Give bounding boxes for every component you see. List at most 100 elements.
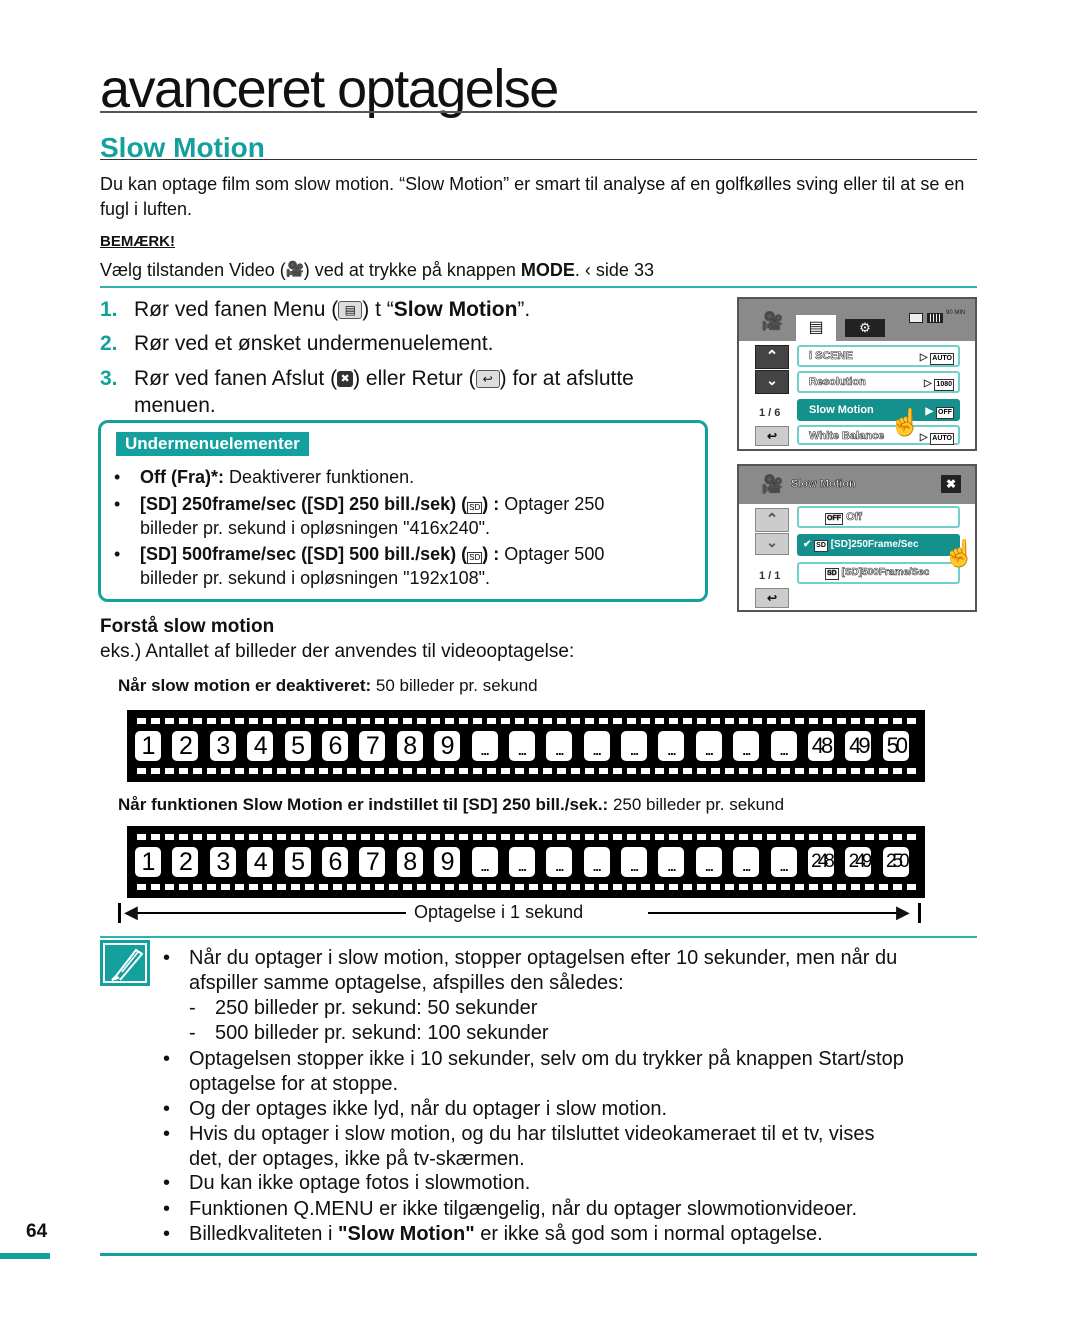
tip-text: Hvis du optager i slow motion, og du har…	[189, 1123, 875, 1145]
scroll-down-button[interactable]: ⌄	[755, 533, 789, 555]
video-camera-icon: 🎥	[285, 261, 305, 279]
perforation	[669, 718, 678, 724]
perforation	[669, 884, 678, 890]
perforation	[459, 884, 468, 890]
perforation	[851, 834, 860, 840]
item-description-continued: billeder pr. sekund i opløsningen "192x1…	[140, 568, 491, 588]
submenu-item-off: • Off (Fra)*: Deaktiverer funktionen.	[114, 465, 694, 489]
video-camera-icon[interactable]: 🎥	[761, 311, 783, 332]
return-button[interactable]: ↩	[755, 426, 789, 446]
perforation	[781, 834, 790, 840]
perforation	[823, 718, 832, 724]
remaining-time: 90 MIN	[946, 310, 966, 316]
perforation	[235, 768, 244, 774]
perforation	[375, 884, 384, 890]
perforation	[655, 718, 664, 724]
perforation	[179, 834, 188, 840]
understand-heading: Forstå slow motion	[100, 616, 275, 637]
tip-text: 500 billeder pr. sekund: 100 sekunder	[215, 1022, 549, 1044]
perforation	[291, 834, 300, 840]
perforation	[613, 884, 622, 890]
menu-tab-icon[interactable]: ▤	[796, 315, 836, 341]
perforation	[347, 718, 356, 724]
return-button[interactable]: ↩	[755, 588, 789, 608]
perforation	[781, 718, 790, 724]
option-250-fps[interactable]: ✔ SD [SD]250Frame/Sec	[797, 534, 960, 556]
perforation	[557, 834, 566, 840]
perforation	[445, 884, 454, 890]
perforation	[319, 768, 328, 774]
perforation	[515, 718, 524, 724]
perforation	[571, 718, 580, 724]
scroll-up-button[interactable]: ⌃	[755, 345, 789, 369]
row-label: White Balance	[809, 430, 885, 443]
step-number: 1.	[100, 298, 118, 321]
step-text: ) for at afslutte	[499, 367, 634, 390]
perforation	[711, 834, 720, 840]
mode-button-name: MODE	[520, 260, 575, 280]
perforation	[599, 834, 608, 840]
caption-text: 50 billeder pr. sekund	[371, 676, 538, 695]
perforation	[445, 834, 454, 840]
film-frame: ...	[508, 731, 535, 761]
scroll-down-button[interactable]: ⌄	[755, 370, 789, 394]
option-off[interactable]: OFF Off	[797, 506, 960, 528]
menu-row-slow-motion[interactable]: Slow Motion ▶ OFF	[797, 399, 960, 421]
perforation	[193, 884, 202, 890]
perforation	[193, 718, 202, 724]
perforation	[571, 884, 580, 890]
perforation	[543, 718, 552, 724]
dash: -	[189, 997, 196, 1019]
battery-icon	[927, 313, 943, 323]
step-text: ) t “	[362, 298, 394, 321]
perforation	[221, 718, 230, 724]
perforation	[711, 718, 720, 724]
bullet: •	[163, 1048, 171, 1070]
footer-divider	[100, 1253, 977, 1256]
memory-card-icon	[909, 313, 923, 323]
film-frame: 6	[321, 731, 348, 761]
perforation	[291, 768, 300, 774]
intro-paragraph: Du kan optage film som slow motion. “Slo…	[100, 174, 965, 219]
option-500-fps[interactable]: SD [SD]500Frame/Sec	[797, 562, 960, 584]
span-end-bar	[918, 903, 921, 923]
film-frame: 48	[808, 731, 835, 761]
perforation	[305, 884, 314, 890]
perforation	[893, 834, 902, 840]
settings-gear-icon[interactable]: ⚙	[845, 319, 885, 337]
perforation	[221, 834, 230, 840]
slow-motion-500-icon: SD	[467, 552, 483, 564]
value-tag: AUTO	[930, 353, 954, 365]
value-tag: OFF	[936, 407, 954, 419]
tip-text: er ikke så god som i normal optagelse.	[474, 1223, 823, 1245]
perforation	[641, 718, 650, 724]
perforation	[641, 884, 650, 890]
perforation	[137, 718, 146, 724]
perforation	[851, 718, 860, 724]
perforation	[473, 834, 482, 840]
perforation	[305, 768, 314, 774]
film-frame: ...	[621, 731, 648, 761]
film-frame: 9	[434, 731, 461, 761]
perforation	[683, 718, 692, 724]
perforation	[347, 768, 356, 774]
row-value: ▶ OFF	[925, 406, 954, 419]
perforation	[263, 768, 272, 774]
close-button[interactable]: ✖	[941, 475, 961, 493]
perforation	[431, 834, 440, 840]
slow-motion-submenu-screen: 🎥 Slow Motion ✖ ⌃ ⌄ 1 / 1 ↩ OFF Off ✔ SD…	[737, 464, 977, 612]
menu-row-iscene[interactable]: i SCENE ▷ AUTO	[797, 345, 960, 367]
slow-motion-500-icon: SD	[825, 568, 839, 580]
step-text: Rør ved fanen Menu (	[134, 298, 339, 321]
perforation	[879, 884, 888, 890]
scroll-up-button[interactable]: ⌃	[755, 508, 789, 532]
menu-row-resolution[interactable]: Resolution ▷ 1080	[797, 371, 960, 393]
perforation	[375, 834, 384, 840]
perforation	[753, 718, 762, 724]
perforation	[473, 768, 482, 774]
menu-row-white-balance[interactable]: White Balance ▷ AUTO	[797, 425, 960, 445]
perforation	[823, 768, 832, 774]
perforation	[879, 834, 888, 840]
bullet: •	[114, 467, 121, 487]
item-description-continued: billeder pr. sekund i opløsningen "416x2…	[140, 518, 491, 538]
